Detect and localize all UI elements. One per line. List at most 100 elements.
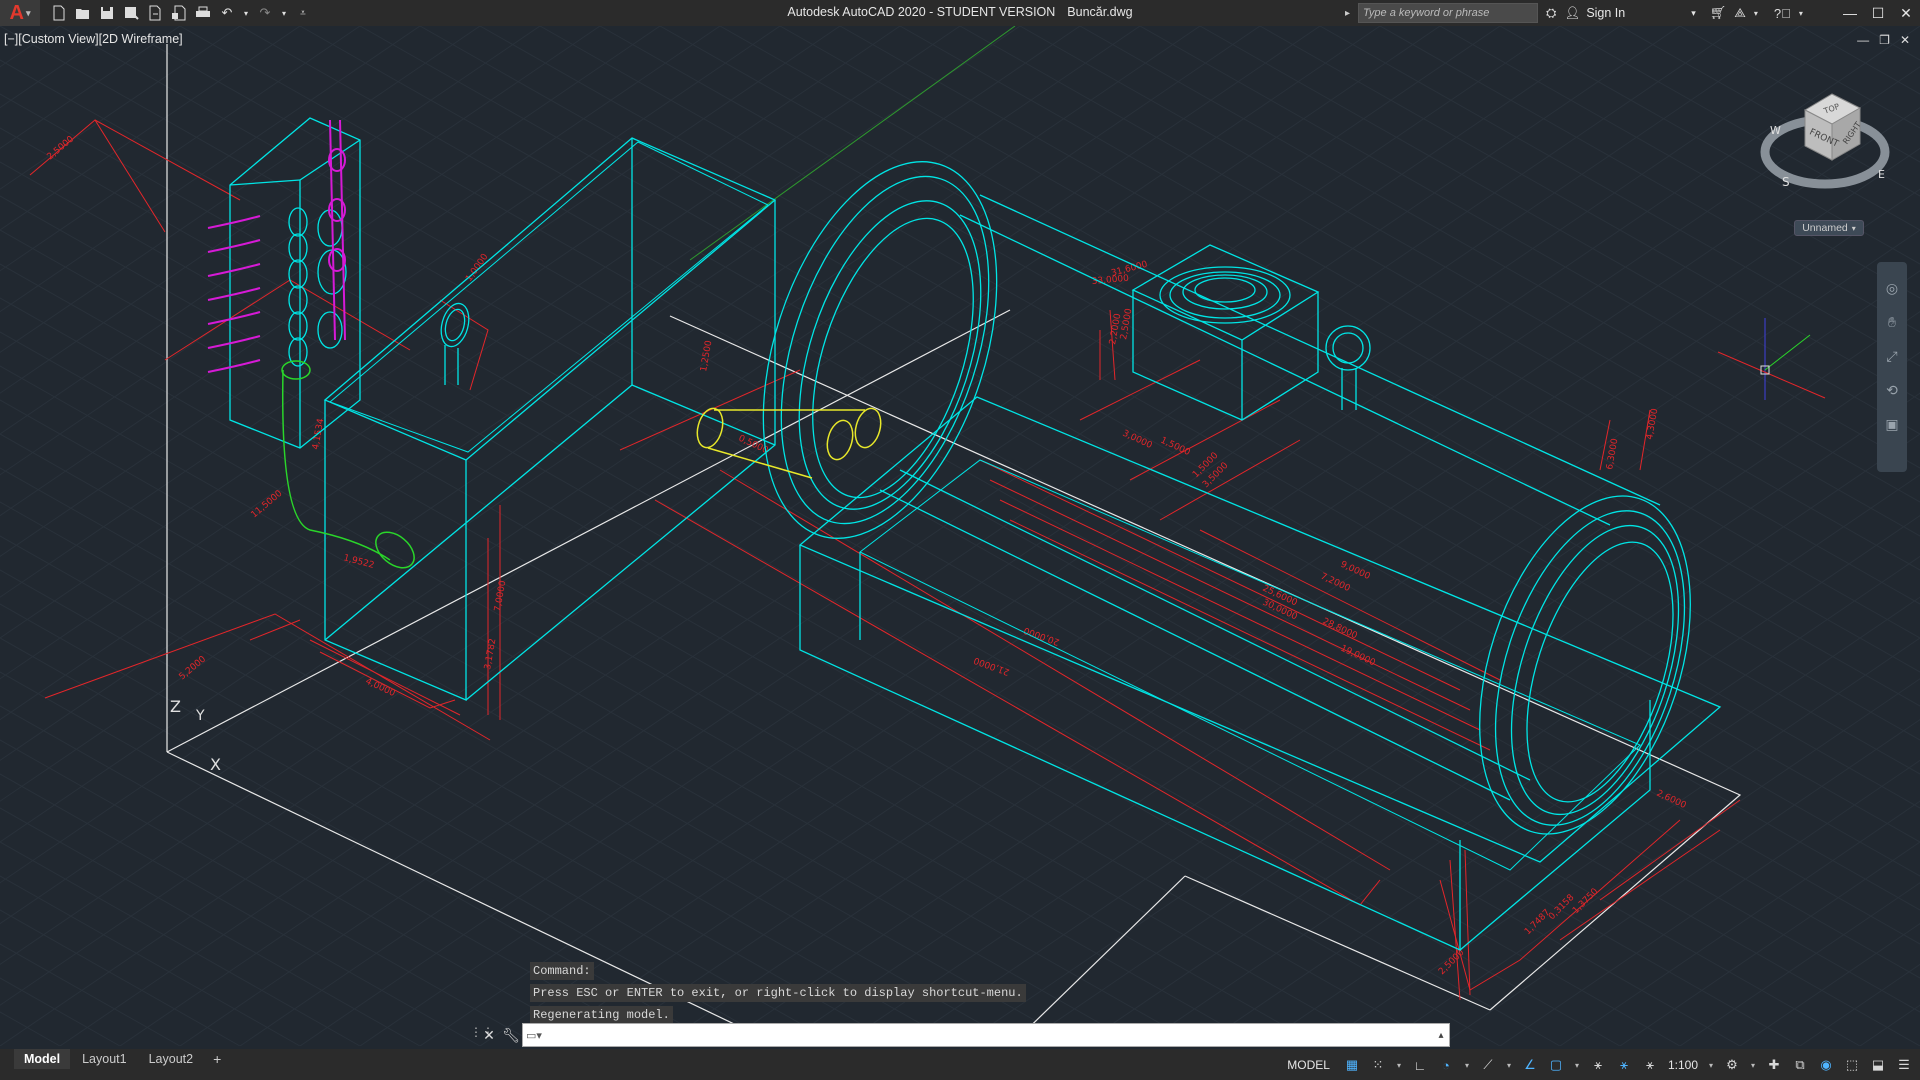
help-icon[interactable]: ?⃝ bbox=[1774, 6, 1791, 21]
command-history-line: Command: bbox=[530, 962, 594, 980]
tab-model[interactable]: Model bbox=[14, 1049, 71, 1069]
command-prompt-icon[interactable]: ▭▾ bbox=[523, 1029, 545, 1042]
hardware-acceleration-icon[interactable]: ⬚ bbox=[1842, 1054, 1862, 1076]
isodraft-icon[interactable]: ⟋ bbox=[1478, 1054, 1498, 1076]
chevron-down-icon[interactable]: ▾ bbox=[1572, 1054, 1582, 1076]
chevron-down-icon[interactable]: ▾ bbox=[280, 4, 288, 22]
viewcube[interactable]: TOP FRONT RIGHT W S E bbox=[1760, 92, 1890, 202]
redo-icon[interactable]: ↷ bbox=[256, 4, 274, 22]
units-icon[interactable]: ⧉ bbox=[1790, 1054, 1810, 1076]
object-snap-tracking-icon[interactable]: ∠ bbox=[1520, 1054, 1540, 1076]
annotation-monitor-icon[interactable]: ✚ bbox=[1764, 1054, 1784, 1076]
command-input-wrapper: ▭▾ ▴ bbox=[522, 1023, 1450, 1047]
close-icon[interactable]: ✕ bbox=[1892, 0, 1920, 26]
chevron-down-icon[interactable]: ▾ bbox=[1394, 1054, 1404, 1076]
chevron-down-icon: ▾ bbox=[25, 7, 31, 18]
compass-e-label[interactable]: E bbox=[1878, 168, 1885, 181]
steering-wheel-icon[interactable]: ◎ bbox=[1882, 278, 1902, 298]
command-line: ⋮⋮ ✕ 🔧︎ ▭▾ ▴ bbox=[470, 1023, 1450, 1047]
search-input[interactable] bbox=[1358, 3, 1539, 23]
polar-tracking-icon[interactable]: ◔ bbox=[1436, 1054, 1456, 1076]
navigation-bar: ◎ ✋︎ ⤢ ⟲ ▣ bbox=[1877, 262, 1907, 472]
workspace-gear-icon[interactable]: ⚙ bbox=[1722, 1054, 1742, 1076]
clean-screen-icon[interactable]: ⬓ bbox=[1868, 1054, 1888, 1076]
close-icon[interactable]: ✕ bbox=[478, 1023, 500, 1047]
expand-arrow-icon[interactable]: ▸ bbox=[1345, 8, 1350, 19]
document-window-controls: — ❐ ✕ bbox=[1857, 33, 1910, 47]
app-title: Autodesk AutoCAD 2020 - STUDENT VERSION bbox=[787, 5, 1056, 19]
model-space-button[interactable]: MODEL bbox=[1281, 1054, 1336, 1076]
minimize-icon[interactable]: — bbox=[1857, 33, 1869, 47]
pan-icon[interactable]: ✋︎ bbox=[1882, 312, 1902, 332]
chevron-down-icon[interactable]: ▾ bbox=[242, 4, 250, 22]
showmotion-icon[interactable]: ▣ bbox=[1882, 414, 1902, 434]
ucs-x-label: X bbox=[210, 755, 221, 774]
tab-layout2[interactable]: Layout2 bbox=[139, 1049, 203, 1069]
ortho-icon[interactable]: ∟ bbox=[1410, 1054, 1430, 1076]
viewport-controls[interactable]: [−][Custom View][2D Wireframe] bbox=[4, 32, 183, 46]
file-name: Buncăr.dwg bbox=[1067, 5, 1133, 19]
minimize-icon[interactable]: — bbox=[1836, 0, 1864, 26]
add-layout-icon[interactable]: + bbox=[205, 1048, 229, 1070]
command-history: Command: Press ESC or ENTER to exit, or … bbox=[530, 962, 1026, 1028]
chevron-down-icon: ▾ bbox=[1851, 223, 1856, 233]
compass-w-label[interactable]: W bbox=[1770, 124, 1781, 137]
ucs-y-label: Y bbox=[195, 708, 205, 724]
chevron-down-icon[interactable]: ▾ bbox=[1748, 1054, 1758, 1076]
ucs-menu-label: Unnamed bbox=[1802, 222, 1848, 234]
ucs-z-label: Z bbox=[170, 697, 181, 716]
undo-icon[interactable]: ↶ bbox=[218, 4, 236, 22]
open-from-web-icon[interactable] bbox=[146, 4, 164, 22]
infocenter: ▸ ⛭ 👤︎ Sign In ▾ 🛒︎ ⟁ ▾ ?⃝ ▾ bbox=[1345, 3, 1803, 23]
chevron-down-icon[interactable]: ▾ bbox=[1706, 1054, 1716, 1076]
user-icon: 👤︎ bbox=[1564, 5, 1581, 20]
annotation-visibility-icon[interactable]: ⚹ bbox=[1588, 1054, 1608, 1076]
chevron-down-icon[interactable]: ▾ bbox=[1504, 1054, 1514, 1076]
sign-in-label: Sign In bbox=[1586, 6, 1626, 20]
annotation-scale-icon[interactable]: ⚹ bbox=[1640, 1054, 1660, 1076]
close-icon[interactable]: ✕ bbox=[1900, 33, 1910, 47]
chevron-down-icon[interactable]: ▾ bbox=[1754, 9, 1758, 18]
isolate-objects-icon[interactable]: ◉ bbox=[1816, 1054, 1836, 1076]
open-icon[interactable] bbox=[74, 4, 92, 22]
drawing-canvas[interactable]: Z Y X 2,5000 4,1534 11,5000 1,9522 5,200… bbox=[0, 26, 1920, 1046]
object-snap-icon[interactable]: ▢ bbox=[1546, 1054, 1566, 1076]
auto-scale-icon[interactable]: ⚹ bbox=[1614, 1054, 1634, 1076]
autocad-logo-icon: A bbox=[9, 1, 24, 24]
customize-icon[interactable]: ⩡ bbox=[294, 4, 312, 22]
chevron-up-icon[interactable]: ▴ bbox=[1433, 1030, 1449, 1041]
wrench-icon[interactable]: 🔧︎ bbox=[500, 1023, 522, 1047]
chevron-down-icon[interactable]: ▾ bbox=[1462, 1054, 1472, 1076]
zoom-extents-icon[interactable]: ⤢ bbox=[1882, 346, 1902, 366]
tab-layout1[interactable]: Layout1 bbox=[72, 1049, 136, 1069]
sign-in-button[interactable]: 👤︎ Sign In ▾ bbox=[1564, 6, 1695, 21]
window-controls: — ☐ ✕ bbox=[1836, 0, 1920, 26]
command-history-line: Regenerating model. bbox=[530, 1006, 673, 1024]
a360-icon[interactable]: ⟁ bbox=[1734, 5, 1746, 21]
binoculars-icon[interactable]: ⛭ bbox=[1546, 5, 1556, 21]
save-to-web-icon[interactable] bbox=[170, 4, 188, 22]
restore-icon[interactable]: ❐ bbox=[1879, 33, 1890, 47]
compass-s-label[interactable]: S bbox=[1782, 175, 1790, 189]
grid-icon[interactable]: ▦ bbox=[1342, 1054, 1362, 1076]
save-as-icon[interactable] bbox=[122, 4, 140, 22]
new-icon[interactable] bbox=[50, 4, 68, 22]
status-bar: MODEL ▦ ⁙ ▾ ∟ ◔ ▾ ⟋ ▾ ∠ ▢ ▾ ⚹ ⚹ ⚹ 1:100 … bbox=[1281, 1051, 1920, 1079]
quick-access-toolbar: ↶ ▾ ↷ ▾ ⩡ bbox=[50, 4, 312, 22]
command-input[interactable] bbox=[545, 1025, 1433, 1045]
cart-icon[interactable]: 🛒︎ bbox=[1710, 5, 1727, 21]
chevron-down-icon: ▾ bbox=[1691, 7, 1696, 18]
scale-value[interactable]: 1:100 bbox=[1666, 1054, 1700, 1076]
snap-icon[interactable]: ⁙ bbox=[1368, 1054, 1388, 1076]
maximize-icon[interactable]: ☐ bbox=[1864, 0, 1892, 26]
customization-menu-icon[interactable]: ☰ bbox=[1894, 1054, 1914, 1076]
ucs-menu[interactable]: Unnamed ▾ bbox=[1794, 220, 1864, 236]
orbit-icon[interactable]: ⟲ bbox=[1882, 380, 1902, 400]
save-icon[interactable] bbox=[98, 4, 116, 22]
grip-handle-icon[interactable]: ⋮⋮ bbox=[470, 1025, 494, 1045]
application-menu-button[interactable]: A ▾ bbox=[0, 0, 40, 26]
command-history-line: Press ESC or ENTER to exit, or right-cli… bbox=[530, 984, 1026, 1002]
chevron-down-icon[interactable]: ▾ bbox=[1799, 9, 1803, 18]
title-bar: A ▾ ↶ ▾ ↷ ▾ ⩡ Autodesk AutoCAD 2020 - STU… bbox=[0, 0, 1920, 26]
plot-icon[interactable] bbox=[194, 4, 212, 22]
